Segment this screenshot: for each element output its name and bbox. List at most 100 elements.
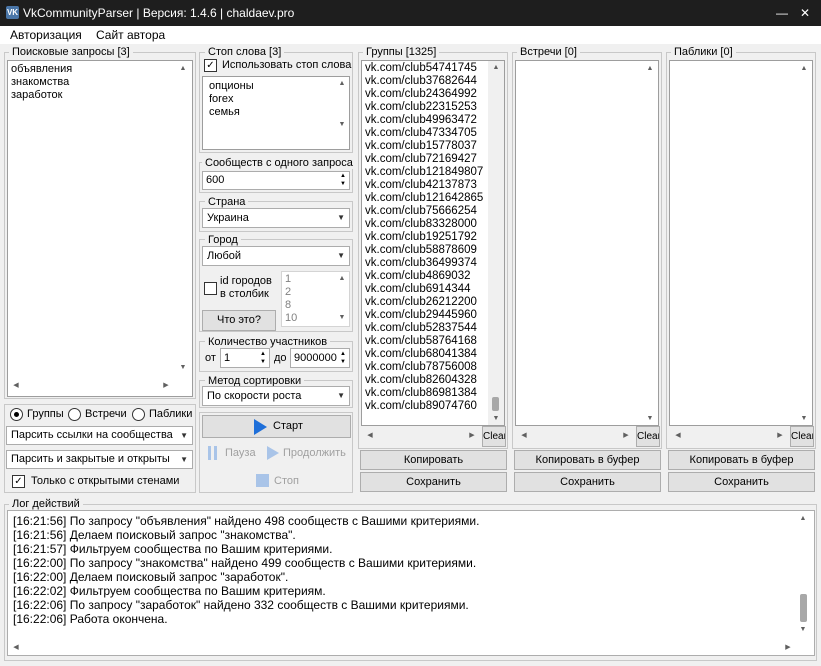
publics-save-button[interactable]: Сохранить <box>668 472 815 492</box>
query-item[interactable]: знакомства <box>8 76 192 89</box>
spin-up-icon[interactable]: ▲ <box>258 350 268 358</box>
group-link-item[interactable]: vk.com/club121642865 <box>362 192 504 205</box>
scroll-left-icon[interactable]: ◀ <box>518 430 530 442</box>
spin-up-icon[interactable]: ▲ <box>338 172 348 180</box>
scroll-down-icon[interactable]: ▼ <box>490 413 502 425</box>
group-link-item[interactable]: vk.com/club49963472 <box>362 114 504 127</box>
scroll-left-icon[interactable]: ◀ <box>10 380 22 392</box>
stopword-item[interactable]: forex <box>206 93 349 106</box>
publics-copy-button[interactable]: Копировать в буфер <box>668 450 815 470</box>
stopword-item[interactable]: семья <box>206 106 349 119</box>
country-select[interactable]: Украина ▼ <box>202 208 350 228</box>
scroll-down-icon[interactable]: ▼ <box>798 413 810 425</box>
group-link-item[interactable]: vk.com/club22315253 <box>362 101 504 114</box>
close-button[interactable]: ✕ <box>794 3 816 23</box>
group-link-item[interactable]: vk.com/club68041384 <box>362 348 504 361</box>
resume-button[interactable]: Продолжить <box>264 442 352 464</box>
scroll-up-icon[interactable]: ▲ <box>490 62 502 74</box>
group-link-item[interactable]: vk.com/club19251792 <box>362 231 504 244</box>
menu-author-site[interactable]: Сайт автора <box>96 28 165 42</box>
menu-authorization[interactable]: Авторизация <box>10 28 82 42</box>
meetings-list[interactable] <box>515 60 659 426</box>
scroll-down-icon[interactable]: ▼ <box>797 624 809 636</box>
scroll-left-icon[interactable]: ◀ <box>10 642 22 654</box>
scroll-right-icon[interactable]: ▶ <box>620 430 632 442</box>
start-button[interactable]: Старт <box>202 415 351 438</box>
meetings-save-button[interactable]: Сохранить <box>514 472 661 492</box>
group-link-item[interactable]: vk.com/club15778037 <box>362 140 504 153</box>
radio-publics[interactable] <box>132 408 145 421</box>
scroll-up-icon[interactable]: ▲ <box>177 63 189 75</box>
groups-list[interactable]: vk.com/club54741745 vk.com/club37682644 vk… <box>361 60 505 426</box>
group-link-item[interactable]: vk.com/club89074760 <box>362 400 504 413</box>
spin-down-icon[interactable]: ▼ <box>258 358 268 366</box>
scroll-down-icon[interactable]: ▼ <box>336 312 348 324</box>
meetings-copy-button[interactable]: Копировать в буфер <box>514 450 661 470</box>
log-area[interactable]: [16:21:56] По запросу "объявления" найде… <box>7 510 815 656</box>
members-from-spinner[interactable]: 1 ▲ ▼ <box>220 348 270 368</box>
group-link-item[interactable]: vk.com/club121849807 <box>362 166 504 179</box>
group-link-item[interactable]: vk.com/club58764168 <box>362 335 504 348</box>
pause-button[interactable]: Пауза <box>202 442 260 464</box>
groups-scroll-thumb[interactable] <box>492 397 499 411</box>
use-stopwords-checkbox[interactable]: ✓ <box>204 59 217 72</box>
scroll-up-icon[interactable]: ▲ <box>798 63 810 75</box>
group-link-item[interactable]: vk.com/club4869032 <box>362 270 504 283</box>
group-link-item[interactable]: vk.com/club78756008 <box>362 361 504 374</box>
parse-links-select[interactable]: Парсить ссылки на сообщества ▼ <box>6 426 193 445</box>
scroll-right-icon[interactable]: ▶ <box>160 380 172 392</box>
query-item[interactable]: объявления <box>8 63 192 76</box>
group-link-item[interactable]: vk.com/club26212200 <box>362 296 504 309</box>
groups-scrollbar[interactable] <box>488 61 504 425</box>
spin-down-icon[interactable]: ▼ <box>338 358 348 366</box>
what-is-this-button[interactable]: Что это? <box>202 310 276 331</box>
query-item[interactable]: заработок <box>8 89 192 102</box>
scroll-up-icon[interactable]: ▲ <box>644 63 656 75</box>
group-link-item[interactable]: vk.com/club54741745 <box>362 62 504 75</box>
scroll-left-icon[interactable]: ◀ <box>672 430 684 442</box>
scroll-up-icon[interactable]: ▲ <box>797 513 809 525</box>
scroll-right-icon[interactable]: ▶ <box>466 430 478 442</box>
stopwords-list[interactable]: опционы forex семья <box>202 76 350 150</box>
stop-button[interactable]: Стоп <box>202 470 351 492</box>
scroll-left-icon[interactable]: ◀ <box>364 430 376 442</box>
city-id-item[interactable]: 2 <box>282 286 349 299</box>
group-link-item[interactable]: vk.com/club86981384 <box>362 387 504 400</box>
group-link-item[interactable]: vk.com/club42137873 <box>362 179 504 192</box>
scroll-up-icon[interactable]: ▲ <box>336 78 348 90</box>
radio-meetings[interactable] <box>68 408 81 421</box>
scroll-right-icon[interactable]: ▶ <box>774 430 786 442</box>
per-query-spinner[interactable]: 600 ▲ ▼ <box>202 171 350 190</box>
radio-groups[interactable] <box>10 408 23 421</box>
city-ids-checkbox[interactable] <box>204 282 217 295</box>
scroll-right-icon[interactable]: ▶ <box>782 642 794 654</box>
group-link-item[interactable]: vk.com/club72169427 <box>362 153 504 166</box>
publics-clear-button[interactable]: Clear <box>790 426 814 447</box>
groups-clear-button[interactable]: Clear <box>482 426 506 447</box>
members-to-spinner[interactable]: 9000000 ▲ ▼ <box>290 348 350 368</box>
city-select[interactable]: Любой ▼ <box>202 246 350 266</box>
groups-save-button[interactable]: Сохранить <box>360 472 507 492</box>
scroll-down-icon[interactable]: ▼ <box>177 362 189 374</box>
group-link-item[interactable]: vk.com/club58878609 <box>362 244 504 257</box>
city-id-item[interactable]: 8 <box>282 299 349 312</box>
group-link-item[interactable]: vk.com/club37682644 <box>362 75 504 88</box>
sort-select[interactable]: По скорости роста ▼ <box>202 386 350 406</box>
queries-list[interactable]: объявления знакомства заработок <box>7 60 193 397</box>
minimize-button[interactable]: — <box>771 3 793 23</box>
scroll-down-icon[interactable]: ▼ <box>644 413 656 425</box>
group-link-item[interactable]: vk.com/club52837544 <box>362 322 504 335</box>
log-scroll-thumb[interactable] <box>800 594 807 622</box>
publics-list[interactable] <box>669 60 813 426</box>
scroll-down-icon[interactable]: ▼ <box>336 119 348 131</box>
group-link-item[interactable]: vk.com/club24364992 <box>362 88 504 101</box>
group-link-item[interactable]: vk.com/club82604328 <box>362 374 504 387</box>
group-link-item[interactable]: vk.com/club6914344 <box>362 283 504 296</box>
group-link-item[interactable]: vk.com/club75666254 <box>362 205 504 218</box>
open-walls-checkbox[interactable]: ✓ <box>12 475 25 488</box>
group-link-item[interactable]: vk.com/club29445960 <box>362 309 504 322</box>
stopword-item[interactable]: опционы <box>206 80 349 93</box>
spin-up-icon[interactable]: ▲ <box>338 350 348 358</box>
parse-closed-select[interactable]: Парсить и закрытые и открыты ▼ <box>6 450 193 469</box>
groups-copy-button[interactable]: Копировать <box>360 450 507 470</box>
